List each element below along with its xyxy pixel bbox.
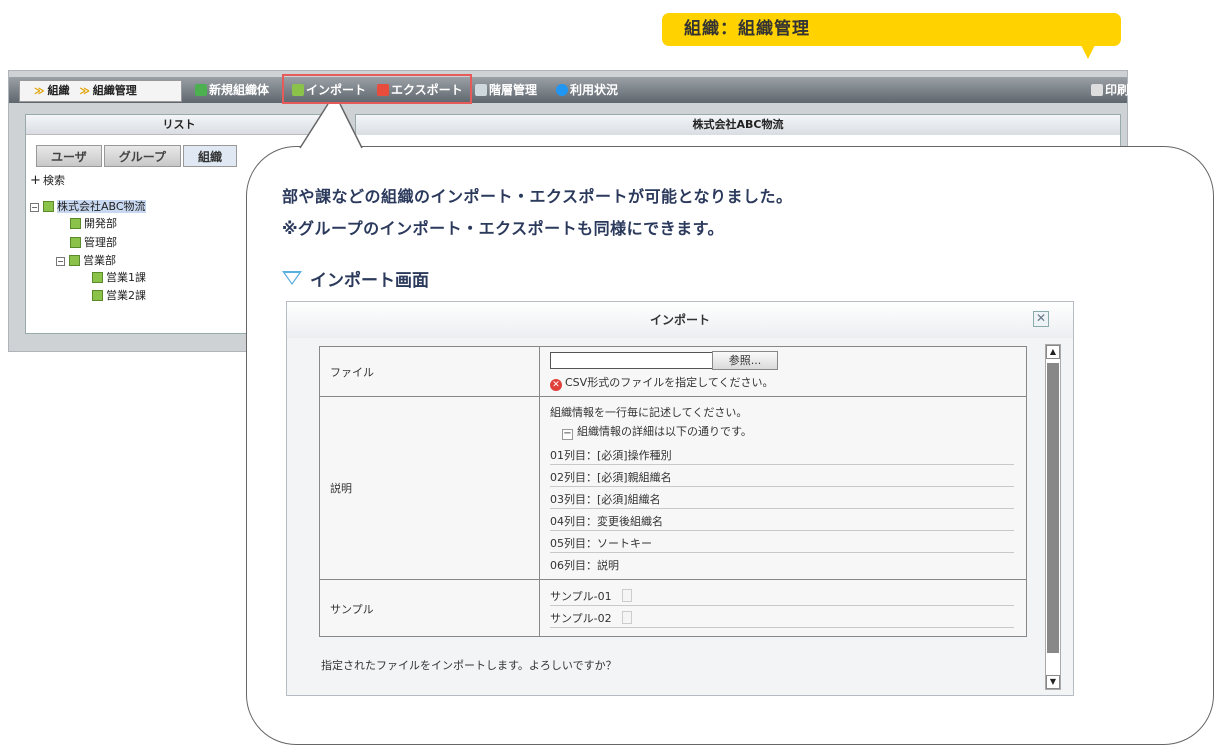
sample-row: サンプル サンプル-01 サンプル-02 [320, 580, 1026, 637]
column-spec-line: 01列目：[必須]操作種別 [550, 445, 1014, 465]
scroll-up-icon[interactable]: ▲ [1046, 345, 1060, 359]
browse-button[interactable]: 参照... [712, 351, 778, 370]
description-value-cell: 組織情報を一行毎に記述してください。 − 組織情報の詳細は以下の通りです。 01列… [550, 397, 1014, 580]
import-screen-heading-text: インポート画面 [310, 271, 429, 291]
file-value-cell: 参照... ✕ CSV形式のファイルを指定してください。 [550, 347, 1014, 397]
error-icon: ✕ [550, 379, 562, 391]
file-label: ファイル [330, 365, 374, 379]
import-dialog: インポート ✕ ファイル 参照... ✕ CSV形式のファイルを指定してください。… [286, 301, 1074, 696]
import-form: ファイル 参照... ✕ CSV形式のファイルを指定してください。 説明 組織情報… [319, 346, 1027, 637]
dialog-scrollbar[interactable]: ▲ ▼ [1045, 344, 1061, 690]
column-spec-line: 04列目：変更後組織名 [550, 511, 1014, 531]
dialog-title: インポート [287, 302, 1073, 338]
description-label: 説明 [330, 482, 352, 495]
message-line-1: 部や課などの組織のインポート・エクスポートが可能となりました。 [282, 187, 793, 206]
description-detail-text: 組織情報の詳細は以下の通りです。 [577, 425, 752, 438]
import-screen-heading: インポート画面 [282, 266, 429, 291]
file-label-cell: ファイル [320, 347, 540, 396]
column-spec-line: 02列目：[必須]親組織名 [550, 467, 1014, 487]
file-error-text: CSV形式のファイルを指定してください。 [565, 376, 774, 389]
confirm-message: 指定されたファイルをインポートします。よろしいですか？ [321, 659, 617, 672]
file-row: ファイル 参照... ✕ CSV形式のファイルを指定してください。 [320, 347, 1026, 397]
description-intro: 組織情報を一行毎に記述してください。 [550, 406, 748, 419]
close-icon[interactable]: ✕ [1033, 311, 1049, 327]
column-spec-line: 06列目：説明 [550, 559, 619, 572]
description-label-cell: 説明 [320, 397, 540, 579]
document-icon [621, 589, 632, 602]
sample-link[interactable]: サンプル-02 [550, 608, 1014, 628]
collapse-icon: − [562, 428, 573, 440]
document-icon [621, 611, 632, 624]
sample-label: サンプル [330, 602, 374, 616]
file-path-input[interactable] [550, 352, 712, 369]
sample-value-cell: サンプル-01 サンプル-02 [550, 580, 1014, 637]
column-spec-line: 05列目：ソートキー [550, 533, 1014, 553]
triangle-down-icon [282, 271, 302, 285]
description-detail-toggle[interactable]: − 組織情報の詳細は以下の通りです。 [562, 423, 752, 440]
sample-link-text: サンプル-01 [550, 590, 612, 603]
scroll-down-icon[interactable]: ▼ [1046, 675, 1060, 689]
file-error: ✕ CSV形式のファイルを指定してください。 [550, 374, 774, 391]
description-row: 説明 組織情報を一行毎に記述してください。 − 組織情報の詳細は以下の通りです。 … [320, 397, 1026, 580]
column-spec-line: 03列目：[必須]組織名 [550, 489, 1014, 509]
scroll-thumb[interactable] [1047, 363, 1059, 653]
sample-link[interactable]: サンプル-01 [550, 586, 1014, 606]
message-line-2: ※グループのインポート・エクスポートも同様にできます。 [282, 219, 725, 238]
sample-label-cell: サンプル [320, 580, 540, 637]
sample-link-text: サンプル-02 [550, 612, 612, 625]
